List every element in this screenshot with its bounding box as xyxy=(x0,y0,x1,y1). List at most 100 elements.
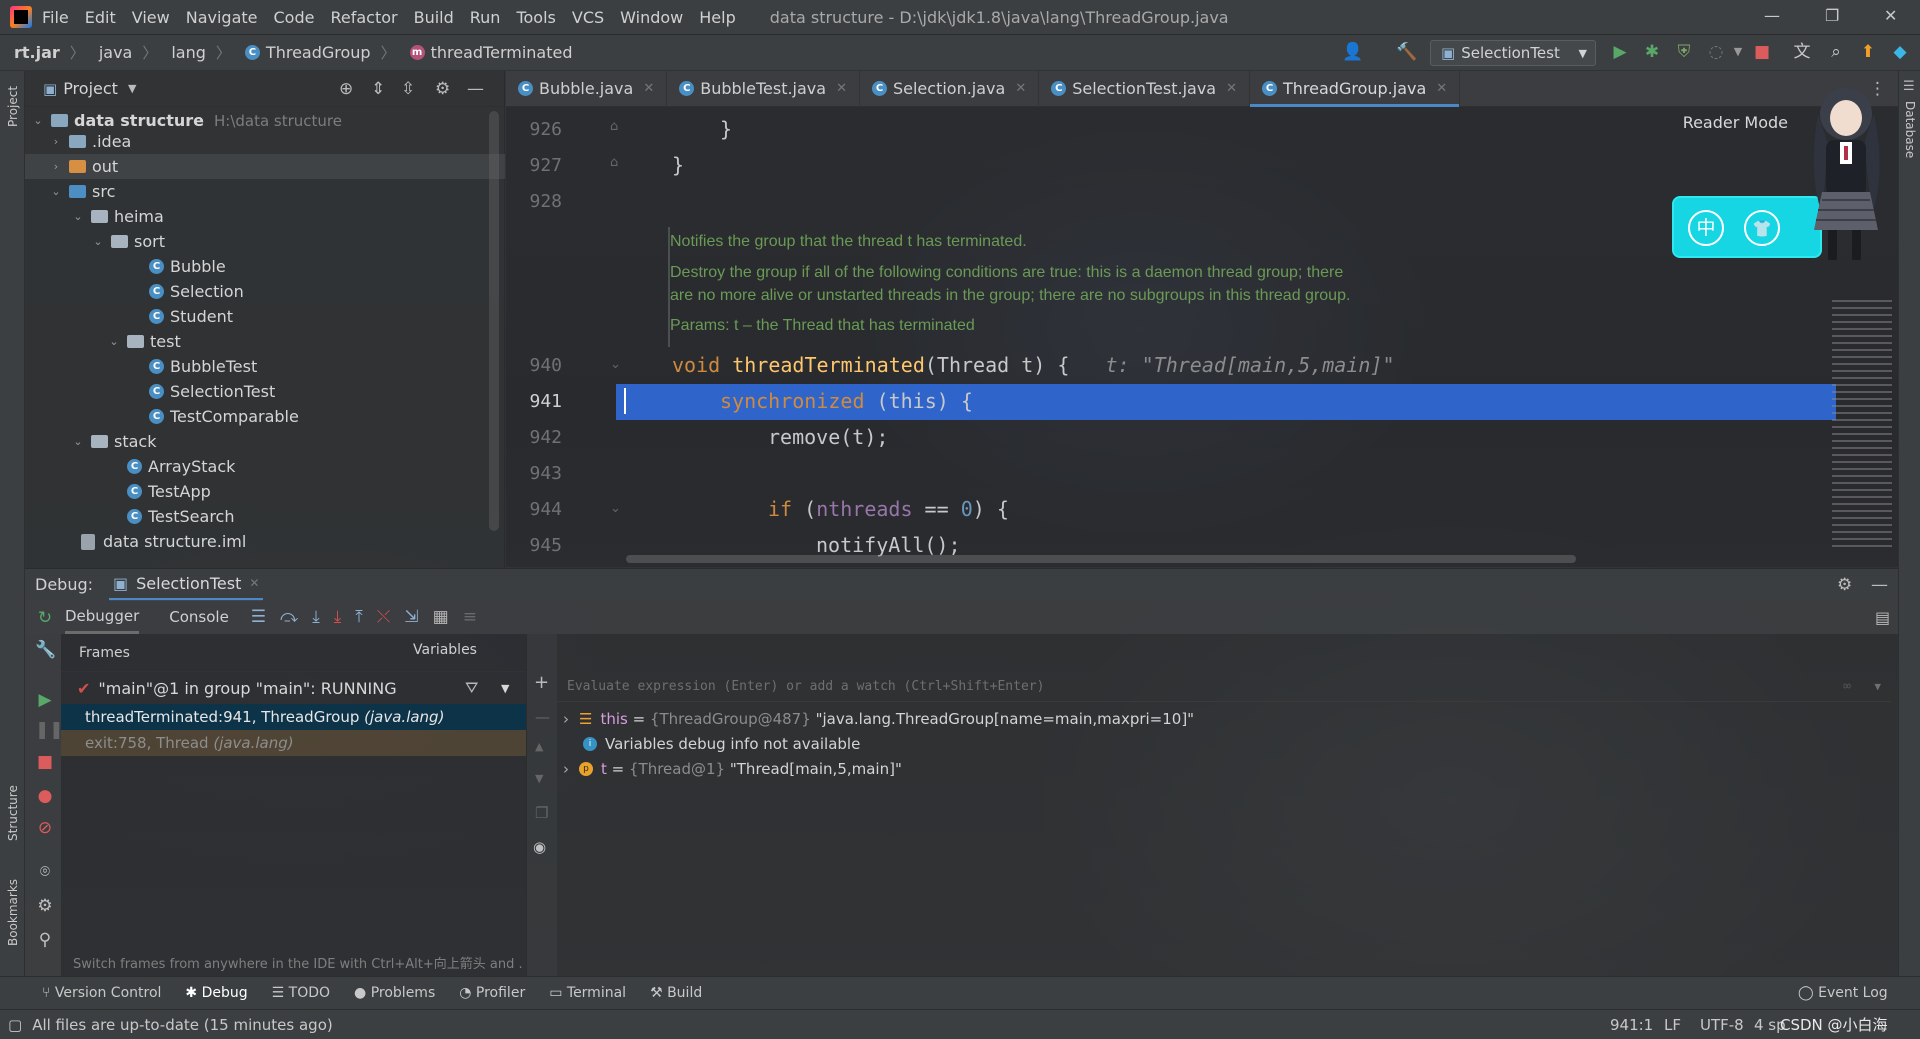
move-up-icon[interactable]: ▲ xyxy=(535,740,543,753)
step-over-icon[interactable]: ⤼ xyxy=(280,607,298,627)
plugin-icon[interactable]: ◆ xyxy=(1890,42,1910,62)
breadcrumb-java[interactable]: java xyxy=(99,43,133,62)
project-tool-tab[interactable]: Project xyxy=(6,86,20,127)
force-step-into-icon[interactable]: ⤓ xyxy=(334,607,342,627)
evaluate-expression-input[interactable]: Evaluate expression (Enter) or add a wat… xyxy=(557,672,1891,702)
minimize-icon[interactable]: — xyxy=(1764,6,1780,25)
variable-row-t[interactable]: › p t = {Thread@1} "Thread[main,5,main]" xyxy=(563,756,902,781)
chevron-right-icon[interactable]: › xyxy=(563,710,569,728)
tool-version-control[interactable]: ⑂ Version Control xyxy=(42,985,161,1001)
tree-item-stack[interactable]: ⌄ stack xyxy=(71,429,156,454)
chevron-right-icon[interactable]: › xyxy=(563,760,569,778)
menu-run[interactable]: Run xyxy=(470,8,501,27)
breadcrumb-jar[interactable]: rt.jar xyxy=(14,43,60,62)
coverage-icon[interactable]: ⛨ xyxy=(1674,42,1694,62)
build-hammer-icon[interactable]: 🔨 xyxy=(1396,42,1417,62)
translate-icon[interactable]: 文 xyxy=(1792,42,1812,62)
shirt-icon[interactable]: 👕 xyxy=(1744,210,1780,246)
menu-tools[interactable]: Tools xyxy=(516,8,555,27)
frame-item[interactable]: threadTerminated:941, ThreadGroup (java.… xyxy=(61,704,526,730)
thread-selector[interactable]: ✔ "main"@1 in group "main": RUNNING ⛛ ▼ xyxy=(61,672,526,704)
caret-position[interactable]: 941:1 xyxy=(1610,1016,1653,1034)
search-icon[interactable]: ⌕ xyxy=(1826,42,1846,62)
duplicate-icon[interactable]: ❐ xyxy=(535,804,548,822)
close-tab-icon[interactable]: ✕ xyxy=(643,81,654,96)
breadcrumb-class[interactable]: C ThreadGroup xyxy=(244,43,371,62)
tree-item-idea[interactable]: › .idea xyxy=(49,129,132,154)
close-icon[interactable]: ✕ xyxy=(1884,6,1897,25)
more-run-chevron-icon[interactable]: ▼ xyxy=(1728,42,1748,62)
breadcrumb-method[interactable]: m threadTerminated xyxy=(409,43,572,62)
tab-console[interactable]: Console xyxy=(169,608,229,626)
menu-navigate[interactable]: Navigate xyxy=(186,8,258,27)
run-icon[interactable]: ▶ xyxy=(1610,42,1630,62)
glasses-icon[interactable]: ∞ xyxy=(1843,679,1851,694)
settings-icon[interactable]: ⚙ xyxy=(35,896,55,916)
menu-code[interactable]: Code xyxy=(274,8,315,27)
close-tab-icon[interactable]: ✕ xyxy=(1015,81,1026,96)
stop-icon[interactable]: ■ xyxy=(1752,42,1772,62)
chevron-down-icon[interactable]: ⌄ xyxy=(91,235,105,248)
tree-item-testsearch[interactable]: C TestSearch xyxy=(127,504,234,529)
menu-help[interactable]: Help xyxy=(699,8,735,27)
restore-icon[interactable]: ❐ xyxy=(1825,6,1839,25)
view-breakpoints-icon[interactable]: ● xyxy=(35,786,55,806)
tree-item-selection[interactable]: C Selection xyxy=(149,279,244,304)
chevron-right-icon[interactable]: › xyxy=(49,135,63,148)
tool-debug[interactable]: ✱ Debug xyxy=(185,985,247,1001)
camera-icon[interactable]: ⌾ xyxy=(35,862,55,882)
tree-item-src[interactable]: ⌄ src xyxy=(49,179,115,204)
fold-marker-icon[interactable]: ⌂ xyxy=(610,119,618,134)
run-configuration-select[interactable]: ▣ SelectionTest ▼ xyxy=(1430,40,1596,66)
menu-window[interactable]: Window xyxy=(620,8,683,27)
tool-problems[interactable]: ● Problems xyxy=(354,985,435,1001)
chevron-down-icon[interactable]: ⌄ xyxy=(31,114,45,127)
tree-item-iml[interactable]: data structure.iml xyxy=(81,529,246,554)
mute-breakpoints-icon[interactable]: ⊘ xyxy=(35,818,55,838)
chevron-down-icon[interactable]: ▼ xyxy=(501,682,509,695)
move-down-icon[interactable]: ▼ xyxy=(535,772,543,785)
hide-panel-icon[interactable]: — xyxy=(467,79,484,99)
tab-threadgroup[interactable]: C ThreadGroup.java ✕ xyxy=(1250,70,1461,107)
locate-icon[interactable]: ⊕ xyxy=(339,79,353,99)
gear-icon[interactable]: ⚙ xyxy=(435,79,450,99)
status-toggle-icon[interactable]: ▢ xyxy=(8,1016,22,1034)
file-encoding[interactable]: UTF-8 xyxy=(1700,1016,1744,1034)
chinese-input-icon[interactable]: 中 xyxy=(1688,210,1724,246)
tree-item-heima[interactable]: ⌄ heima xyxy=(71,204,163,229)
tree-item-bubble[interactable]: C Bubble xyxy=(149,254,226,279)
chevron-down-icon[interactable]: ⌄ xyxy=(107,335,121,348)
collapse-all-icon[interactable]: ⇳ xyxy=(401,79,415,99)
remove-watch-icon[interactable]: — xyxy=(535,708,550,726)
fold-marker-icon[interactable]: ⌄ xyxy=(610,501,621,516)
chevron-down-icon[interactable]: ⌄ xyxy=(71,435,85,448)
tool-event-log[interactable]: ◯ Event Log xyxy=(1798,985,1888,1001)
tree-item-testcomparable[interactable]: C TestComparable xyxy=(149,404,299,429)
project-scrollbar[interactable] xyxy=(489,111,499,531)
database-icon[interactable]: ☰ xyxy=(1903,79,1915,94)
trace-icon[interactable]: ≡ xyxy=(463,607,477,627)
chevron-right-icon[interactable]: › xyxy=(49,160,63,173)
structure-tool-tab[interactable]: Structure xyxy=(6,785,20,841)
tool-profiler[interactable]: ◔ Profiler xyxy=(459,985,525,1001)
menu-view[interactable]: View xyxy=(132,8,170,27)
profiler-icon[interactable]: ◌ xyxy=(1706,42,1726,62)
tree-item-out[interactable]: › out xyxy=(49,154,118,179)
tree-item-arraystack[interactable]: C ArrayStack xyxy=(127,454,235,479)
pause-icon[interactable]: ❚❚ xyxy=(35,720,64,740)
expand-all-icon[interactable]: ⇕ xyxy=(371,79,385,99)
tab-debugger[interactable]: Debugger xyxy=(65,607,140,634)
tool-build[interactable]: ⚒ Build xyxy=(650,985,702,1001)
tree-item-testapp[interactable]: C TestApp xyxy=(127,479,211,504)
menu-file[interactable]: File xyxy=(42,8,69,27)
tree-item-sort[interactable]: ⌄ sort xyxy=(91,229,165,254)
update-icon[interactable]: ⬆ xyxy=(1858,42,1878,62)
pin-icon[interactable]: ⚲ xyxy=(35,930,55,950)
user-icon[interactable]: 👤 xyxy=(1342,42,1363,62)
watch-eye-icon[interactable]: ◉ xyxy=(533,838,546,856)
project-panel-title[interactable]: Project xyxy=(63,79,118,98)
step-out-icon[interactable]: ⤒ xyxy=(355,607,363,627)
debug-session-tab[interactable]: ▣ SelectionTest ✕ xyxy=(109,569,264,601)
tab-bubbletest[interactable]: C BubbleTest.java ✕ xyxy=(667,70,860,107)
line-separator[interactable]: LF xyxy=(1664,1016,1681,1034)
